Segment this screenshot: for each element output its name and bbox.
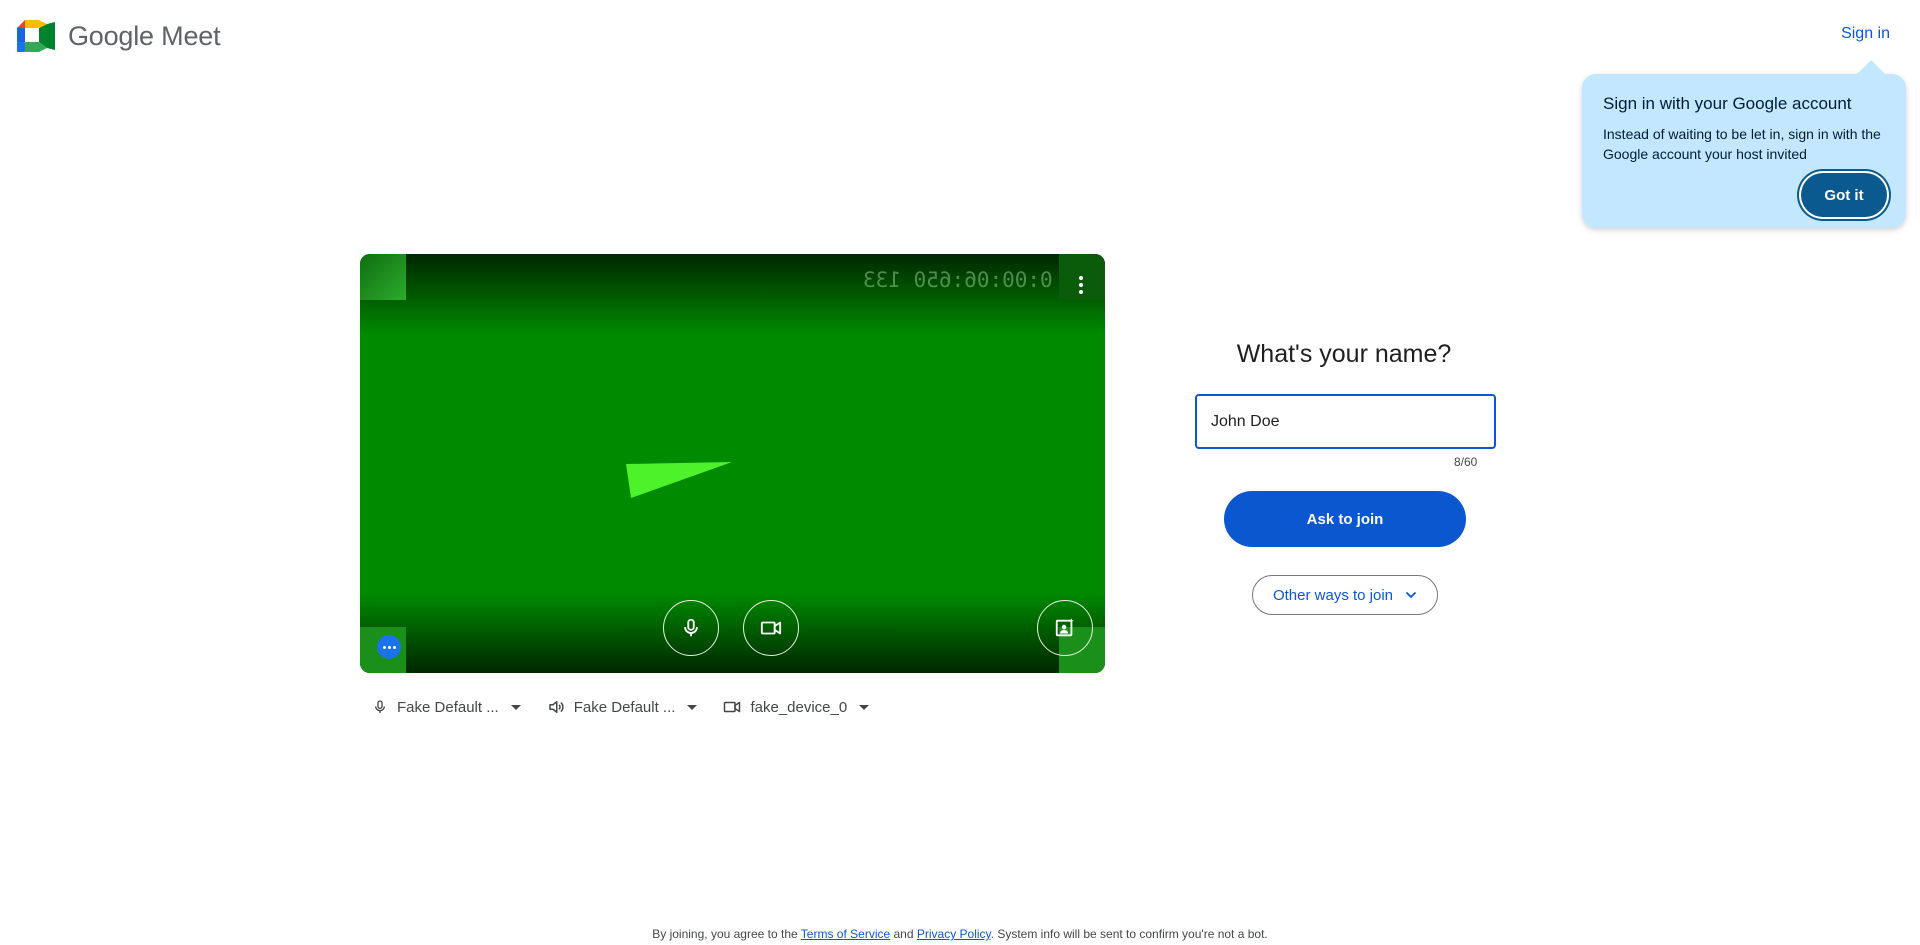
test-pattern-shape [626,462,732,498]
speaker-icon [547,698,565,716]
device-selectors: Fake Default ... Fake Default ... fake_d… [372,695,895,719]
microphone-select-label: Fake Default ... [397,698,499,716]
name-input[interactable] [1197,396,1494,447]
footer-and: and [890,927,917,941]
preview-bottom-gradient [360,593,1105,673]
visual-effects-icon [1055,618,1074,637]
footer-suffix: . System info will be sent to confirm yo… [990,927,1268,941]
other-ways-to-join-button[interactable]: Other ways to join [1252,575,1438,615]
speaker-select[interactable]: Fake Default ... [547,695,698,719]
meet-prejoin-page: Google Meet Sign in Sign in with your Go… [0,0,1920,945]
google-meet-logo[interactable]: Google Meet [17,20,221,52]
meet-logo-icon [17,20,55,52]
mic-icon [372,698,388,716]
more-options-icon[interactable] [1071,272,1091,298]
microphone-toggle-button[interactable] [663,600,719,656]
join-title: What's your name? [1236,340,1452,368]
name-field[interactable] [1195,394,1496,449]
footer-prefix: By joining, you agree to the [652,927,801,941]
video-preview: 0:00:06:650 133 [360,254,1105,673]
chevron-down-icon [1405,591,1417,599]
footer-disclaimer: By joining, you agree to the Terms of Se… [0,927,1920,941]
test-pattern-corner [360,254,406,300]
character-count: 8/60 [1454,455,1478,469]
callout-body: Instead of waiting to be let in, sign in… [1603,126,1881,162]
preview-top-gradient [360,254,1105,334]
camera-toggle-button[interactable] [743,600,799,656]
preview-timestamp: 0:00:06:650 133 [863,268,1053,292]
sign-in-callout: Sign in with your Google account Instead… [1582,60,1906,228]
speaker-select-label: Fake Default ... [573,698,676,716]
privacy-policy-link[interactable]: Privacy Policy [917,927,991,941]
visual-effects-button[interactable] [1037,600,1093,656]
ask-to-join-button[interactable]: Ask to join [1224,491,1466,547]
callout-arrow [1856,60,1886,75]
mic-icon [684,618,698,637]
dropdown-caret-icon [510,704,521,710]
camera-select-label: fake_device_0 [750,698,848,716]
sign-in-link[interactable]: Sign in [1841,25,1890,43]
dropdown-caret-icon [859,704,870,710]
got-it-button[interactable]: Got it [1801,173,1887,217]
callout-title: Sign in with your Google account [1603,94,1852,113]
dropdown-caret-icon [687,704,698,710]
app-name: Google Meet [68,20,221,51]
terms-of-service-link[interactable]: Terms of Service [801,927,890,941]
camera-select[interactable]: fake_device_0 [723,695,870,719]
other-ways-label: Other ways to join [1272,586,1394,604]
camera-icon [760,621,782,635]
camera-icon [723,698,741,716]
microphone-select[interactable]: Fake Default ... [372,695,521,719]
more-actions-icon[interactable] [377,635,401,659]
